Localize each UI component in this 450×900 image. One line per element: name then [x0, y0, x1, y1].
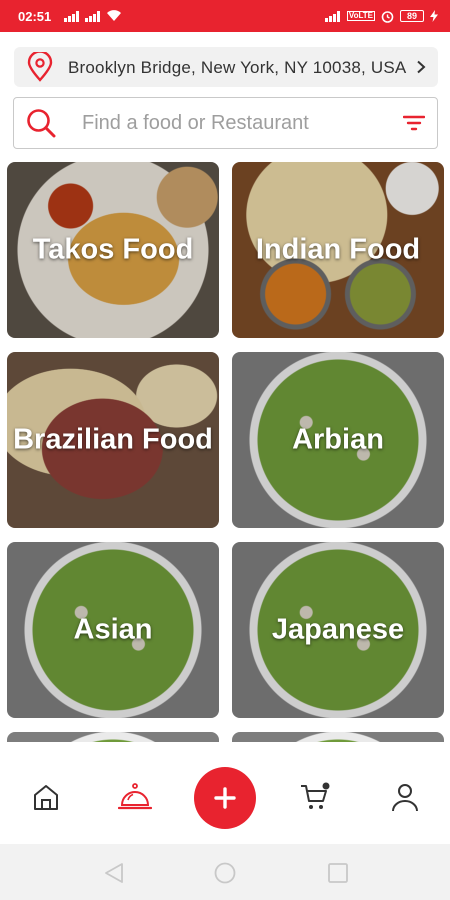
search-bar: [13, 97, 438, 149]
category-card-partial[interactable]: [232, 732, 444, 742]
status-left: 02:51: [18, 9, 122, 24]
nav-profile[interactable]: [385, 777, 425, 817]
signal-icon: [64, 10, 80, 22]
category-grid: Takos Food Indian Food Brazilian Food Ar…: [7, 162, 445, 742]
category-label: Indian Food: [255, 233, 421, 266]
food-cloche-icon: [118, 783, 152, 810]
app-screen: 02:51 VoLTE 89 Brooklyn Bridge, New York…: [0, 0, 450, 900]
bottom-nav: [0, 742, 450, 844]
chevron-right-icon: [417, 60, 426, 74]
category-label: Takos Food: [32, 233, 194, 266]
search-input[interactable]: [82, 111, 403, 135]
category-label: Arbian: [292, 423, 384, 456]
system-nav-bar: [0, 844, 450, 900]
volte-badge: VoLTE: [346, 11, 375, 21]
status-bar: 02:51 VoLTE 89: [0, 0, 450, 32]
profile-icon: [392, 784, 418, 812]
location-address: Brooklyn Bridge, New York, NY 10038, USA: [68, 57, 407, 77]
category-card-japanese[interactable]: Japanese: [232, 542, 444, 718]
category-card-partial[interactable]: [7, 732, 219, 742]
location-selector[interactable]: Brooklyn Bridge, New York, NY 10038, USA: [14, 47, 438, 87]
battery-icon: 89: [400, 10, 424, 22]
filter-icon[interactable]: [403, 115, 425, 131]
add-icon: [214, 787, 236, 809]
location-pin-icon: [27, 52, 53, 82]
nav-home[interactable]: [26, 777, 66, 817]
home-icon: [34, 785, 58, 810]
category-card-brazilian[interactable]: Brazilian Food: [7, 352, 219, 528]
alarm-icon: [381, 10, 394, 23]
category-label: Brazilian Food: [13, 423, 213, 456]
cart-icon: [301, 782, 330, 809]
nav-food[interactable]: [115, 777, 155, 817]
home-circle-icon[interactable]: [213, 862, 237, 884]
signal-icon: [85, 10, 101, 22]
status-right: VoLTE 89: [324, 10, 438, 23]
add-button[interactable]: [194, 767, 256, 829]
category-card-indian[interactable]: Indian Food: [232, 162, 444, 338]
status-time: 02:51: [18, 8, 52, 24]
signal-icon: [324, 10, 341, 22]
charging-icon: [430, 10, 438, 22]
wifi-icon: [107, 10, 122, 21]
search-icon[interactable]: [26, 108, 56, 138]
recents-icon[interactable]: [326, 862, 350, 884]
nav-cart[interactable]: [295, 777, 335, 817]
category-card-takos[interactable]: Takos Food: [7, 162, 219, 338]
category-card-asian[interactable]: Asian: [7, 542, 219, 718]
category-label: Asian: [73, 613, 153, 646]
back-icon[interactable]: [102, 862, 126, 884]
category-label: Japanese: [271, 613, 405, 646]
category-card-arbian[interactable]: Arbian: [232, 352, 444, 528]
